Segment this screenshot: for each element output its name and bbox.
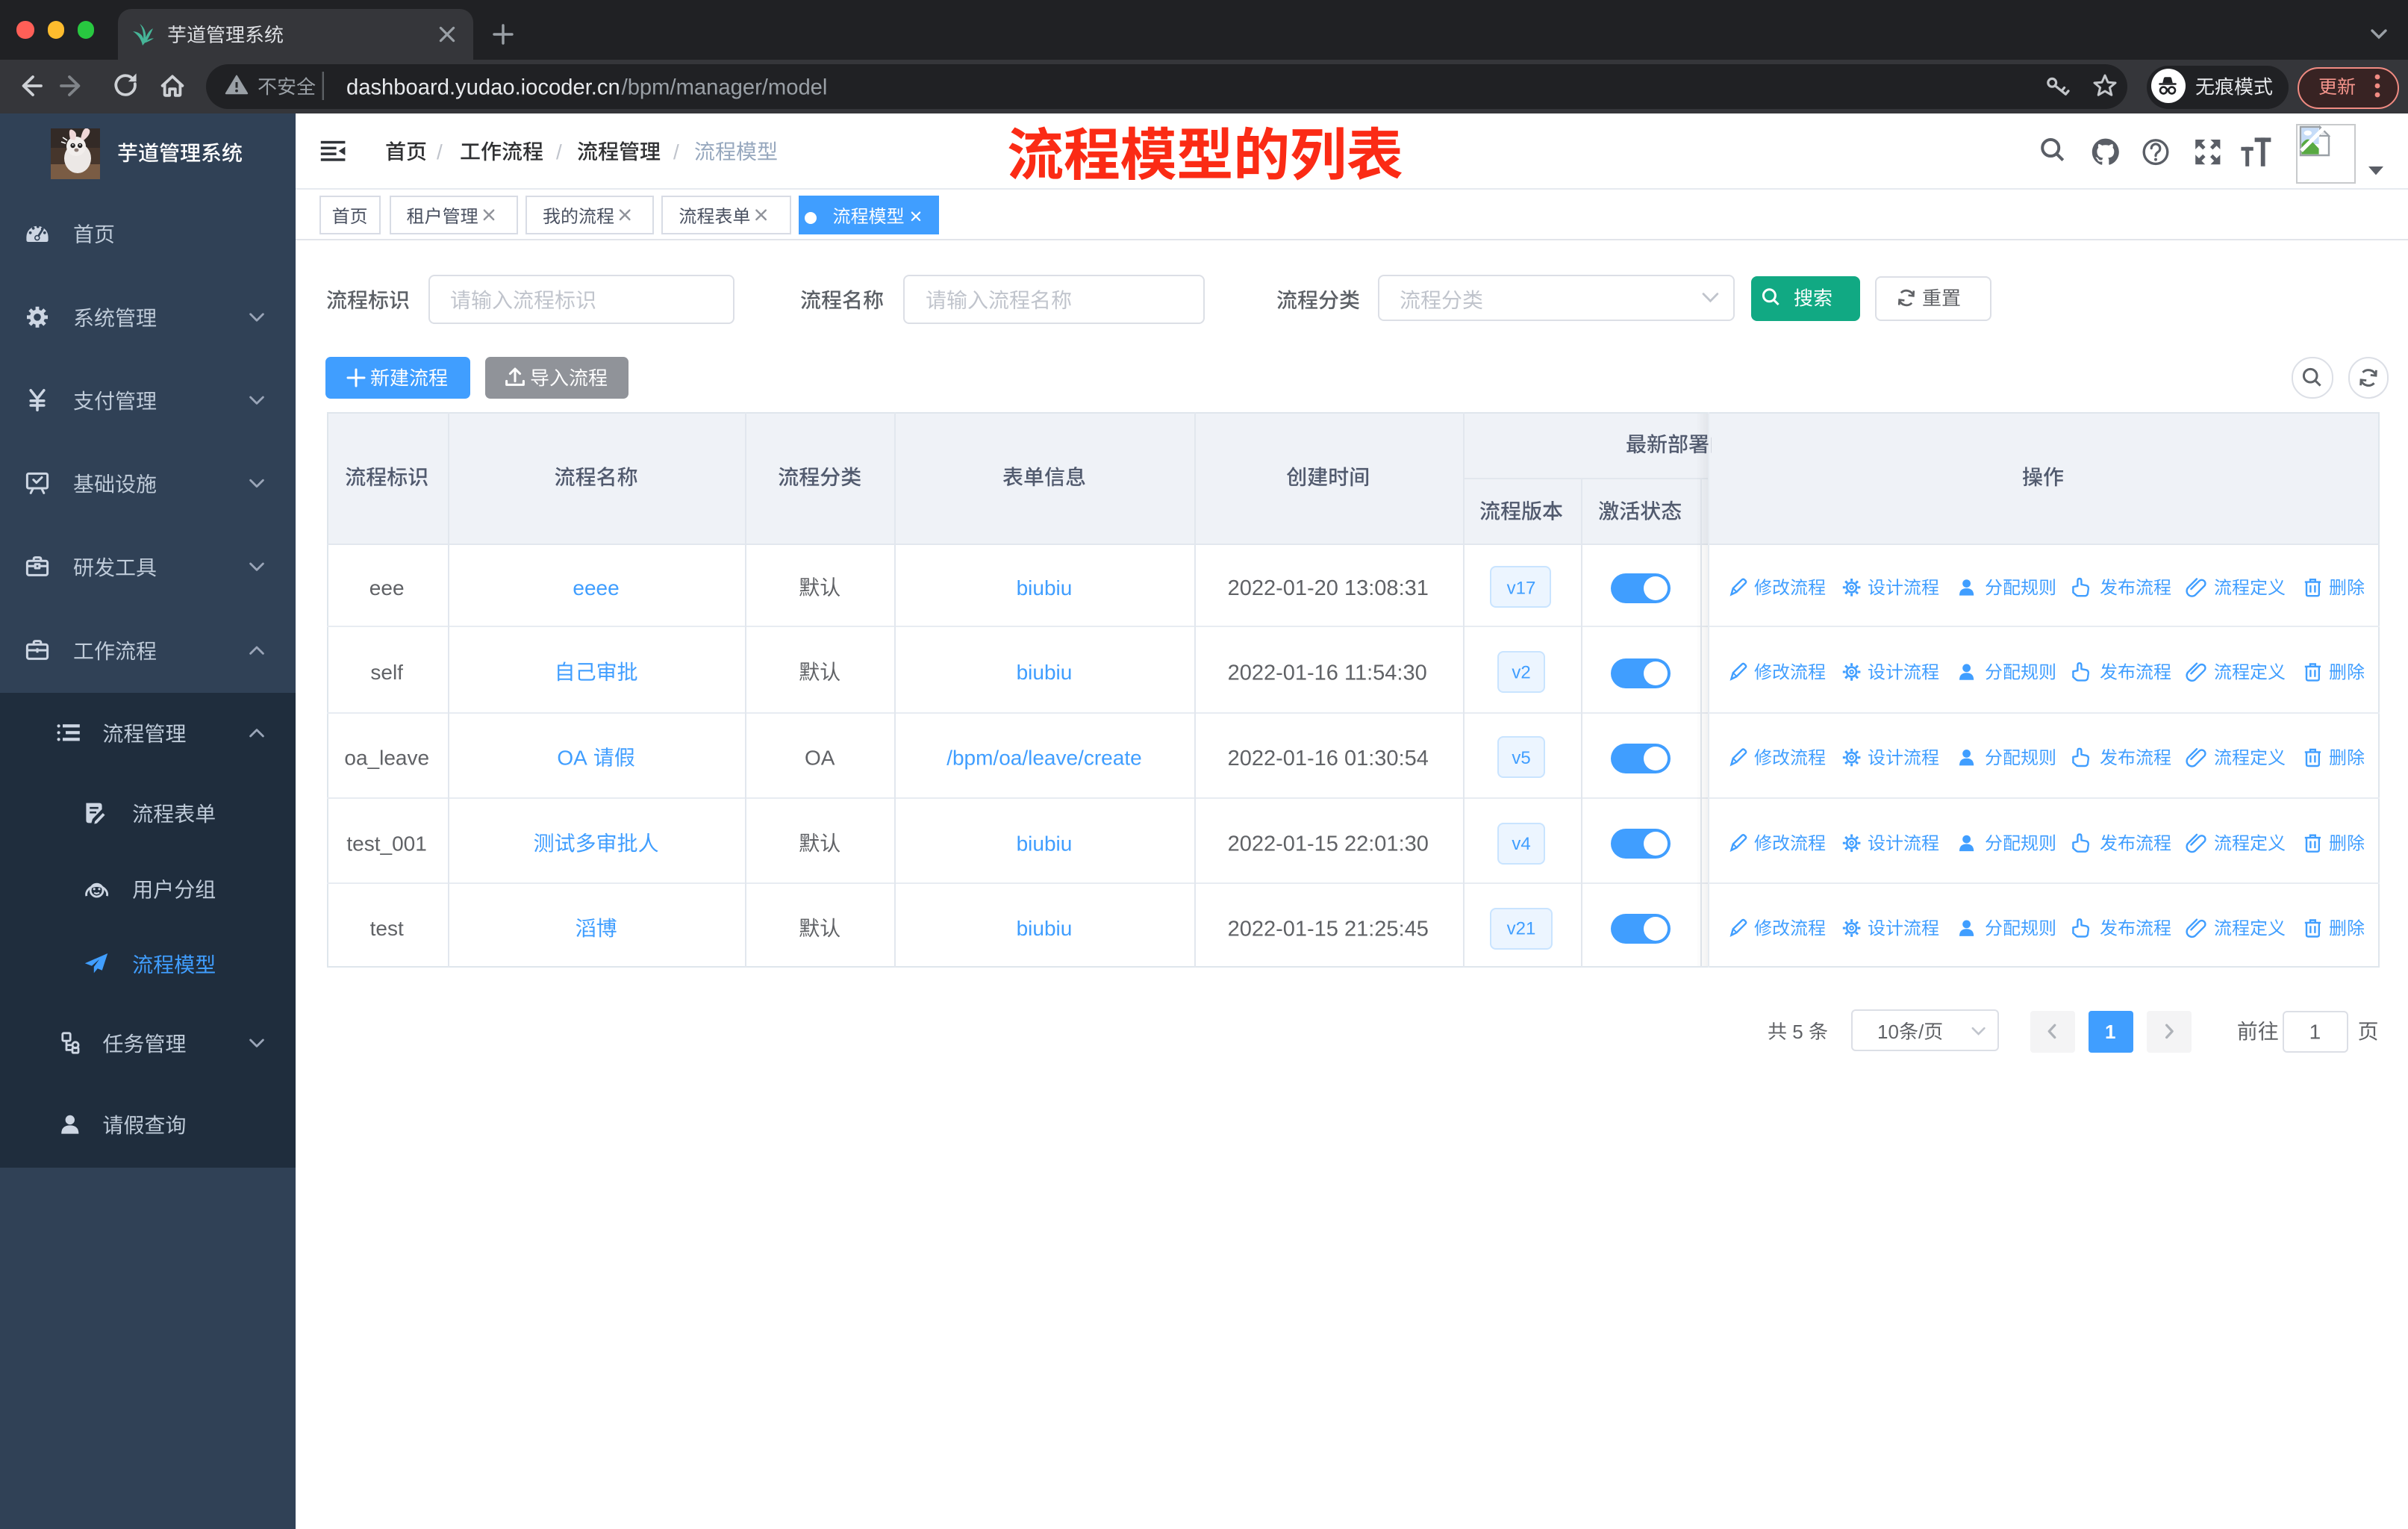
svg-text:2022-01-16 01:30:54: 2022-01-16 01:30:54 bbox=[1228, 747, 1429, 770]
svg-text:2022-01-16 11:54:30: 2022-01-16 11:54:30 bbox=[1228, 661, 1427, 685]
svg-text:1: 1 bbox=[2105, 1021, 2115, 1043]
svg-text:2022-01-15 21:25:45: 2022-01-15 21:25:45 bbox=[1228, 917, 1429, 941]
svg-text:10: 10 bbox=[1877, 1021, 1899, 1043]
svg-text:dashboard.yudao.iocoder.cn: dashboard.yudao.iocoder.cn bbox=[346, 75, 620, 99]
svg-text:2022-01-15 22:01:30: 2022-01-15 22:01:30 bbox=[1228, 832, 1429, 856]
svg-text:biubiu: biubiu bbox=[1017, 917, 1073, 940]
svg-text:v5: v5 bbox=[1512, 748, 1530, 768]
svg-text:1: 1 bbox=[2309, 1020, 2321, 1043]
svg-text:2022-01-20 13:08:31: 2022-01-20 13:08:31 bbox=[1228, 576, 1429, 600]
svg-text:/: / bbox=[673, 140, 679, 164]
svg-text:/: / bbox=[556, 140, 562, 164]
svg-text:biubiu: biubiu bbox=[1017, 576, 1073, 600]
svg-text:v4: v4 bbox=[1512, 834, 1530, 854]
svg-text:test_001: test_001 bbox=[346, 832, 426, 855]
svg-text:/bpm/manager/model: /bpm/manager/model bbox=[622, 75, 828, 99]
svg-text:test: test bbox=[370, 917, 404, 940]
svg-text:self: self bbox=[370, 661, 403, 684]
svg-text:OA: OA bbox=[557, 747, 592, 770]
svg-text:oa_leave: oa_leave bbox=[344, 747, 429, 770]
svg-text:biubiu: biubiu bbox=[1017, 661, 1073, 684]
svg-text:biubiu: biubiu bbox=[1017, 832, 1073, 855]
svg-text:eee: eee bbox=[369, 576, 405, 600]
svg-text:v17: v17 bbox=[1507, 578, 1536, 598]
svg-text:/: / bbox=[1918, 1021, 1924, 1043]
svg-text:OA: OA bbox=[805, 747, 835, 770]
svg-text:v2: v2 bbox=[1512, 663, 1530, 683]
svg-text:5: 5 bbox=[1792, 1021, 1809, 1043]
svg-text:/bpm/oa/leave/create: /bpm/oa/leave/create bbox=[946, 747, 1142, 770]
svg-text:eeee: eeee bbox=[573, 576, 619, 600]
svg-text:/: / bbox=[437, 140, 443, 164]
svg-text:v21: v21 bbox=[1507, 919, 1536, 939]
